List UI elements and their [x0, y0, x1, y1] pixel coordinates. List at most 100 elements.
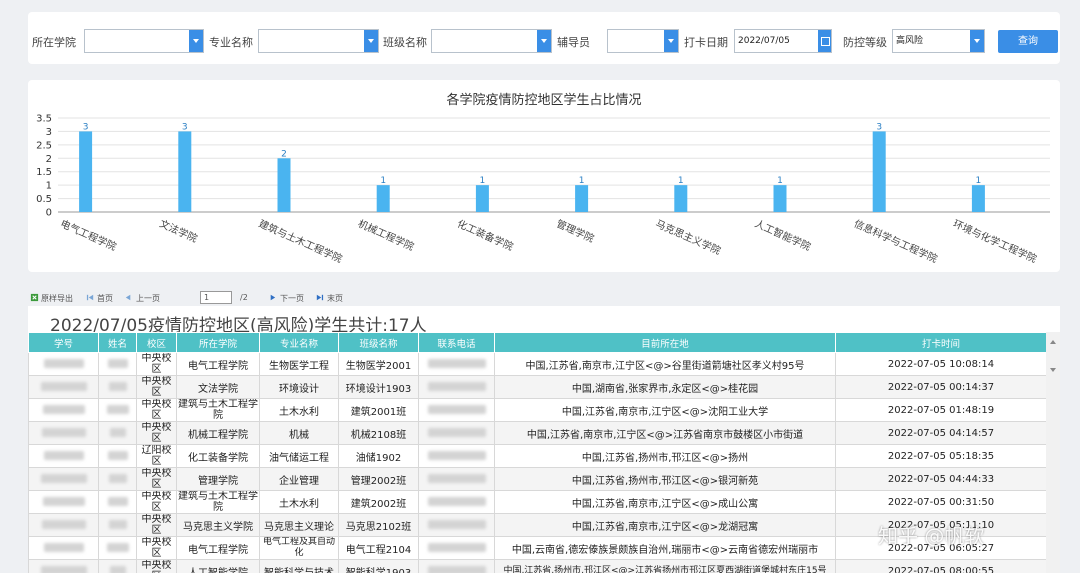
watermark: 知乎 @帆软 — [878, 524, 985, 548]
data-label: 1 — [380, 176, 386, 186]
major-label: 专业名称 — [209, 36, 253, 49]
data-label: 3 — [876, 122, 882, 132]
cell-time: 2022-07-05 04:14:57 — [835, 421, 1047, 445]
counselor-select[interactable] — [607, 29, 679, 53]
cell-location: 中国,江苏省,扬州市,邗江区<@>银河新苑 — [494, 467, 836, 491]
cell-student-id-redacted — [28, 421, 99, 445]
cell-student-id-redacted — [28, 444, 99, 468]
redacted-text — [43, 543, 84, 552]
query-button[interactable]: 查询 — [998, 30, 1058, 53]
redacted-text — [42, 497, 85, 506]
next-page-icon[interactable] — [268, 293, 277, 302]
data-label: 1 — [777, 176, 783, 186]
chevron-down-icon[interactable] — [970, 30, 984, 52]
cell-time: 2022-07-05 00:14:37 — [835, 375, 1047, 399]
x-tick-label: 文法学院 — [158, 217, 200, 245]
redacted-text — [427, 451, 486, 460]
y-tick-label: 0.5 — [36, 194, 52, 205]
data-label: 3 — [83, 122, 89, 132]
redacted-text — [107, 451, 128, 460]
college-label: 所在学院 — [32, 36, 76, 49]
redacted-text — [108, 520, 127, 529]
first-page-button[interactable]: 首页 — [97, 293, 113, 304]
redacted-text — [109, 566, 126, 573]
cell-student-id-redacted — [28, 467, 99, 491]
cell-campus: 中央校区 — [136, 559, 177, 573]
page-number-input[interactable]: 1 — [200, 291, 232, 304]
cell-phone-redacted — [418, 375, 495, 399]
cell-phone-redacted — [418, 421, 495, 445]
cell-student-id-redacted — [28, 559, 99, 573]
y-tick-label: 1.5 — [36, 167, 52, 178]
redacted-text — [41, 520, 86, 529]
cell-campus: 中央校区 — [136, 398, 177, 422]
first-page-icon[interactable] — [86, 293, 95, 302]
table-row: 中央校区 文法学院 环境设计 环境设计1903 中国,湖南省,张家界市,永定区<@>桂花… — [28, 375, 1047, 399]
cell-location: 中国,江苏省,扬州市,邗江区<@>扬州 — [494, 444, 836, 468]
level-value: 高风险 — [896, 36, 924, 46]
x-tick-label: 环境与化学工程学院 — [951, 217, 1039, 265]
data-label: 2 — [281, 149, 287, 159]
y-tick-label: 2 — [46, 154, 52, 165]
cell-campus: 中央校区 — [136, 375, 177, 399]
class-select[interactable] — [431, 29, 552, 53]
bar — [872, 131, 886, 212]
last-page-icon[interactable] — [315, 293, 324, 302]
x-tick-label: 化工装备学院 — [455, 217, 515, 253]
bar — [376, 185, 390, 212]
cell-major: 环境设计 — [259, 375, 339, 399]
export-button[interactable]: 原样导出 — [41, 293, 73, 304]
major-select[interactable] — [258, 29, 379, 53]
chevron-down-icon[interactable] — [364, 30, 378, 52]
scroll-down-icon[interactable] — [1050, 368, 1056, 372]
x-tick-label: 机械工程学院 — [356, 217, 416, 253]
chevron-down-icon[interactable] — [189, 30, 203, 52]
cell-phone-redacted — [418, 490, 495, 514]
calendar-icon[interactable] — [818, 30, 831, 52]
redacted-text — [427, 359, 486, 368]
cell-location: 中国,云南省,德宏傣族景颇族自治州,瑞丽市<@>云南省德宏州瑞丽市 — [494, 536, 836, 560]
cell-campus: 中央校区 — [136, 490, 177, 514]
cell-name-redacted — [98, 467, 137, 491]
cell-location: 中国,江苏省,南京市,江宁区<@>沈阳工业大学 — [494, 398, 836, 422]
cell-campus: 中央校区 — [136, 513, 177, 537]
cell-class: 环境设计1903 — [338, 375, 419, 399]
date-input[interactable]: 2022/07/05 — [734, 29, 832, 53]
cell-college: 化工装备学院 — [176, 444, 260, 468]
redacted-text — [427, 382, 486, 391]
y-tick-label: 2.5 — [36, 140, 52, 151]
cell-major: 电气工程及其自动化 — [259, 536, 339, 560]
col-college: 所在学院 — [176, 332, 260, 353]
redacted-text — [427, 474, 486, 483]
bar — [475, 185, 489, 212]
prev-page-button[interactable]: 上一页 — [136, 293, 160, 304]
cell-college: 机械工程学院 — [176, 421, 260, 445]
chevron-down-icon[interactable] — [537, 30, 551, 52]
level-select[interactable]: 高风险 — [892, 29, 985, 53]
last-page-button[interactable]: 末页 — [327, 293, 343, 304]
vertical-scrollbar[interactable] — [1046, 332, 1060, 573]
cell-name-redacted — [98, 398, 137, 422]
data-label: 1 — [976, 176, 982, 186]
cell-time: 2022-07-05 01:48:19 — [835, 398, 1047, 422]
cell-location: 中国,江苏省,南京市,江宁区<@>龙湖冠寓 — [494, 513, 836, 537]
col-student-id: 学号 — [28, 332, 99, 353]
filter-bar: 所在学院 专业名称 班级名称 辅导员 打卡日期 2022/07/05 防控等级 … — [28, 12, 1060, 64]
chevron-down-icon[interactable] — [664, 30, 678, 52]
cell-location: 中国,江苏省,南京市,江宁区<@>江苏省南京市鼓楼区小市街道 — [494, 421, 836, 445]
college-select[interactable] — [84, 29, 204, 53]
export-icon[interactable] — [30, 293, 39, 302]
cell-class: 马克思2102班 — [338, 513, 419, 537]
col-name: 姓名 — [98, 332, 137, 353]
cell-name-redacted — [98, 352, 137, 376]
scroll-up-icon[interactable] — [1050, 340, 1056, 344]
bar — [971, 185, 985, 212]
prev-page-icon[interactable] — [124, 293, 133, 302]
data-label: 1 — [678, 176, 684, 186]
next-page-button[interactable]: 下一页 — [280, 293, 304, 304]
cell-time: 2022-07-05 00:31:50 — [835, 490, 1047, 514]
redacted-text — [40, 474, 87, 483]
col-time: 打卡时间 — [835, 332, 1047, 353]
counselor-label: 辅导员 — [557, 36, 590, 49]
table-row: 中央校区 机械工程学院 机械 机械2108班 中国,江苏省,南京市,江宁区<@>江苏省南… — [28, 421, 1047, 445]
